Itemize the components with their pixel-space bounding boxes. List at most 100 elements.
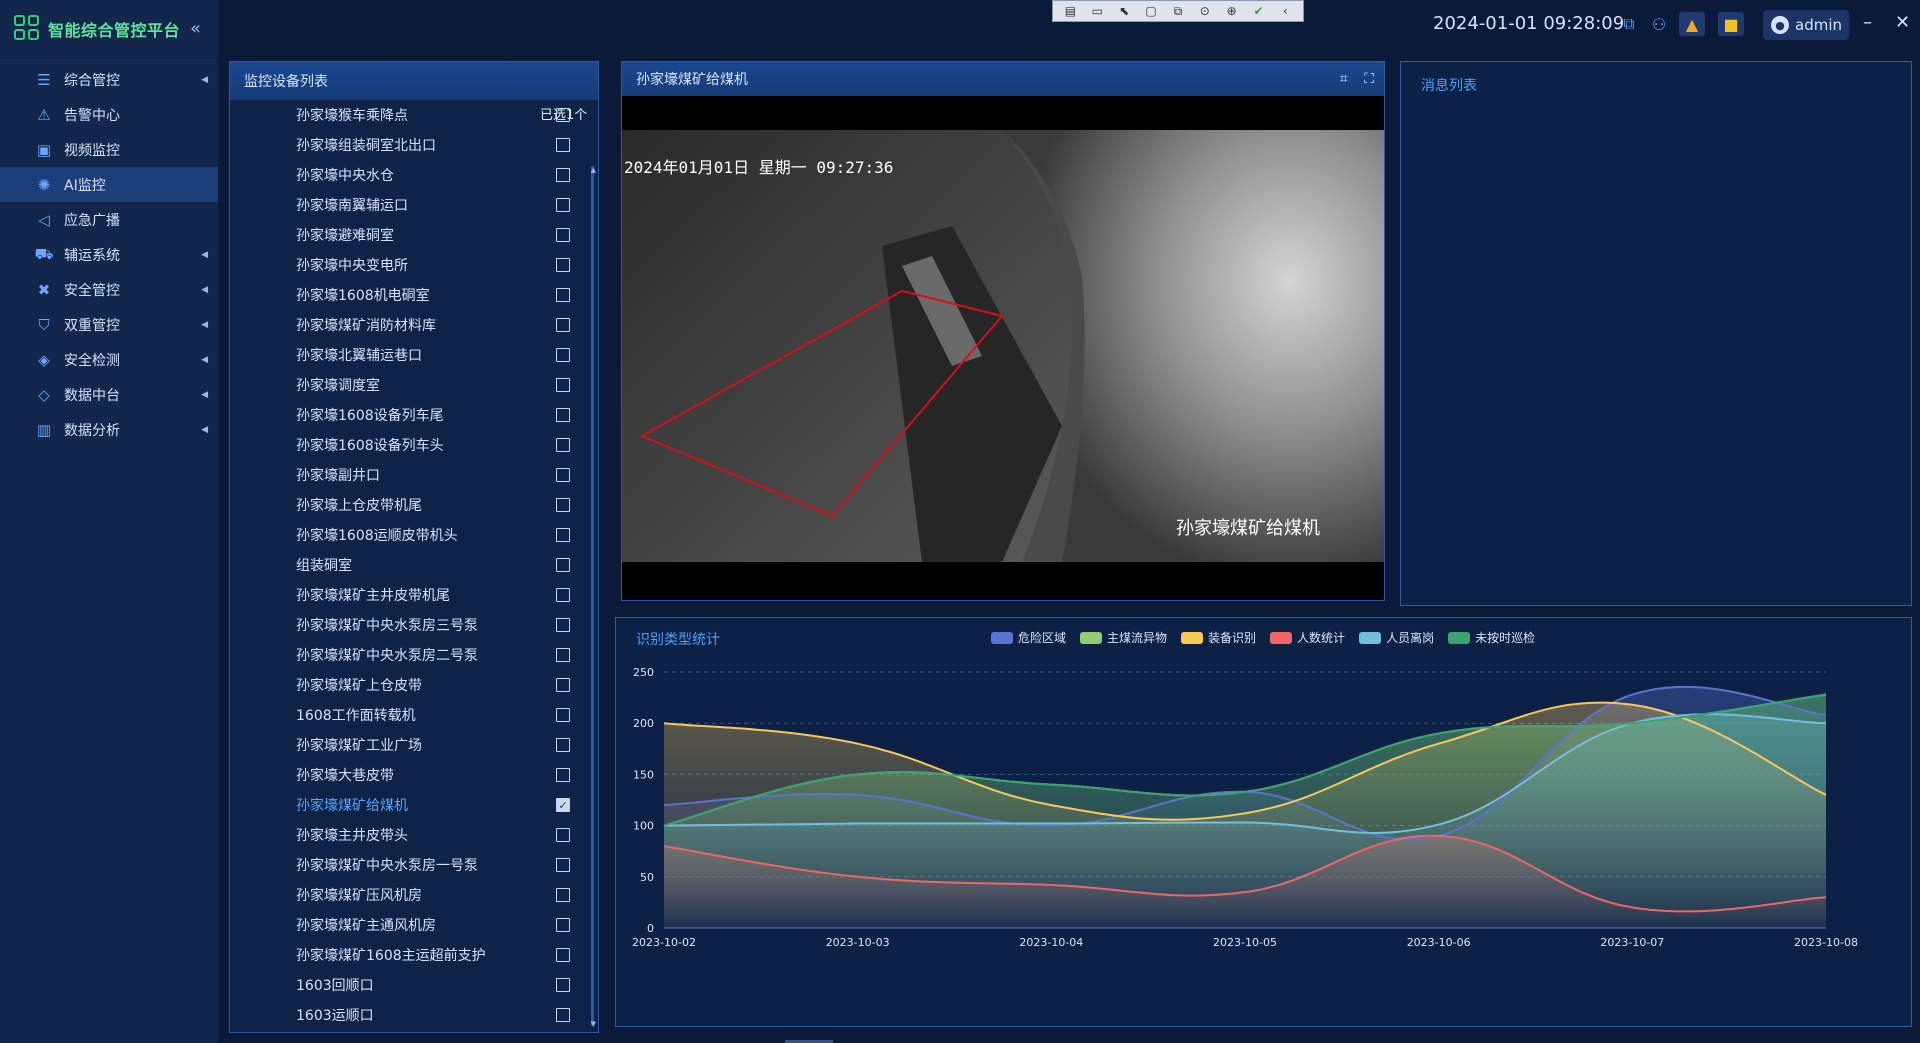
network-icon[interactable]: ⧉: [1616, 12, 1642, 36]
frame-icon[interactable]: ▢: [1141, 4, 1161, 18]
record-icon[interactable]: ▤: [1060, 4, 1080, 18]
device-row[interactable]: 孙家壕副井口: [230, 460, 586, 490]
accessibility-icon[interactable]: ⊕: [1222, 4, 1242, 18]
video-stream[interactable]: 2024年01月01日 星期一 09:27:36 孙家壕煤矿给煤机: [622, 96, 1384, 600]
sidebar-item-6[interactable]: ✖ 安全管控 ◀: [0, 272, 218, 307]
device-row[interactable]: 孙家壕大巷皮带: [230, 760, 586, 790]
device-row[interactable]: 孙家壕1608设备列车头: [230, 430, 586, 460]
scroll-up-icon[interactable]: ▲: [591, 166, 596, 174]
legend-item[interactable]: 装备识别: [1181, 629, 1256, 646]
device-row[interactable]: 孙家壕南翼辅运口: [230, 190, 586, 220]
message-icon[interactable]: ■: [1718, 12, 1744, 36]
device-row[interactable]: 孙家壕煤矿1608主运超前支护: [230, 940, 586, 970]
device-checkbox[interactable]: [556, 438, 570, 452]
device-row[interactable]: 孙家壕1608机电硐室: [230, 280, 586, 310]
scrollbar[interactable]: [591, 166, 594, 1026]
device-row[interactable]: 1608工作面转载机: [230, 700, 586, 730]
device-checkbox[interactable]: [556, 588, 570, 602]
device-row[interactable]: 孙家壕煤矿上仓皮带: [230, 670, 586, 700]
fullscreen-icon[interactable]: ⛶: [1364, 71, 1374, 87]
sidebar-item-3[interactable]: ✺ AI监控: [0, 167, 218, 202]
device-checkbox[interactable]: [556, 348, 570, 362]
sidebar-item-5[interactable]: ⛟ 辅运系统 ◀: [0, 237, 218, 272]
device-row[interactable]: 孙家壕避难硐室: [230, 220, 586, 250]
sidebar-item-7[interactable]: ⛉ 双重管控 ◀: [0, 307, 218, 342]
device-row[interactable]: 1603回顺口: [230, 970, 586, 1000]
device-checkbox[interactable]: [556, 558, 570, 572]
device-row[interactable]: 孙家壕调度室: [230, 370, 586, 400]
cursor-screen-icon[interactable]: ⧉: [1168, 4, 1188, 19]
device-checkbox[interactable]: [556, 528, 570, 542]
device-checkbox[interactable]: [556, 198, 570, 212]
device-row[interactable]: 孙家壕煤矿主通风机房: [230, 910, 586, 940]
device-checkbox[interactable]: [556, 498, 570, 512]
device-row[interactable]: 孙家壕北翼辅运巷口: [230, 340, 586, 370]
device-checkbox[interactable]: [556, 768, 570, 782]
camera-icon[interactable]: ▭: [1087, 4, 1107, 18]
device-checkbox[interactable]: [556, 618, 570, 632]
check-icon[interactable]: ✔: [1249, 4, 1269, 18]
scroll-down-icon[interactable]: ▼: [591, 1020, 596, 1028]
sidebar-item-8[interactable]: ◈ 安全检测 ◀: [0, 342, 218, 377]
device-row[interactable]: 孙家壕煤矿压风机房: [230, 880, 586, 910]
device-row[interactable]: 孙家壕煤矿中央水泵房三号泵: [230, 610, 586, 640]
mask-icon[interactable]: ⊙: [1195, 4, 1215, 18]
close-icon[interactable]: ✕: [1895, 12, 1910, 33]
device-row[interactable]: 孙家壕上仓皮带机尾: [230, 490, 586, 520]
user-menu-button[interactable]: ● admin: [1763, 10, 1849, 40]
device-row[interactable]: 组装硐室: [230, 550, 586, 580]
legend-item[interactable]: 人数统计: [1270, 629, 1345, 646]
device-row[interactable]: 孙家壕煤矿消防材料库: [230, 310, 586, 340]
device-checkbox[interactable]: [556, 138, 570, 152]
device-row[interactable]: 孙家壕中央水仓: [230, 160, 586, 190]
device-row[interactable]: 孙家壕煤矿中央水泵房一号泵: [230, 850, 586, 880]
device-checkbox[interactable]: [556, 918, 570, 932]
device-checkbox[interactable]: [556, 678, 570, 692]
device-checkbox[interactable]: [556, 108, 570, 122]
legend-item[interactable]: 危险区域: [991, 629, 1066, 646]
device-checkbox[interactable]: [556, 978, 570, 992]
legend-item[interactable]: 主煤流异物: [1080, 629, 1167, 646]
device-checkbox[interactable]: [556, 708, 570, 722]
device-checkbox[interactable]: ✓: [556, 798, 570, 812]
device-checkbox[interactable]: [556, 258, 570, 272]
device-row[interactable]: 孙家壕煤矿主井皮带机尾: [230, 580, 586, 610]
cursor-icon[interactable]: ⬉: [1114, 4, 1134, 18]
device-checkbox[interactable]: [556, 378, 570, 392]
sidebar-item-0[interactable]: ☰ 综合管控 ◀: [0, 62, 218, 97]
device-checkbox[interactable]: [556, 828, 570, 842]
device-row[interactable]: 孙家壕猴车乘降点: [230, 100, 586, 130]
device-row[interactable]: 孙家壕煤矿给煤机 ✓: [230, 790, 586, 820]
device-row[interactable]: 孙家壕组装硐室北出口: [230, 130, 586, 160]
chevron-left-icon[interactable]: ‹: [1275, 4, 1295, 18]
sidebar-item-1[interactable]: ⚠ 告警中心: [0, 97, 218, 132]
device-checkbox[interactable]: [556, 468, 570, 482]
crop-icon[interactable]: ⌗: [1340, 71, 1348, 87]
device-row[interactable]: 孙家壕主井皮带头: [230, 820, 586, 850]
tree-icon[interactable]: ⚇: [1646, 12, 1672, 36]
minimize-icon[interactable]: –: [1863, 12, 1872, 33]
device-row[interactable]: 孙家壕煤矿工业广场: [230, 730, 586, 760]
device-row[interactable]: 孙家壕1608设备列车尾: [230, 400, 586, 430]
legend-item[interactable]: 人员离岗: [1359, 629, 1434, 646]
sidebar-item-10[interactable]: ▥ 数据分析 ◀: [0, 412, 218, 447]
device-row[interactable]: 孙家壕中央变电所: [230, 250, 586, 280]
device-checkbox[interactable]: [556, 948, 570, 962]
device-checkbox[interactable]: [556, 648, 570, 662]
device-row[interactable]: 孙家壕煤矿中央水泵房二号泵: [230, 640, 586, 670]
device-checkbox[interactable]: [556, 228, 570, 242]
sidebar-item-2[interactable]: ▣ 视频监控: [0, 132, 218, 167]
device-row[interactable]: 1603运顺口: [230, 1000, 586, 1030]
device-checkbox[interactable]: [556, 1008, 570, 1022]
sidebar-item-9[interactable]: ◇ 数据中台 ◀: [0, 377, 218, 412]
device-checkbox[interactable]: [556, 858, 570, 872]
device-row[interactable]: 孙家壕1608运顺皮带机头: [230, 520, 586, 550]
device-checkbox[interactable]: [556, 888, 570, 902]
device-checkbox[interactable]: [556, 408, 570, 422]
device-checkbox[interactable]: [556, 738, 570, 752]
legend-item[interactable]: 未按时巡检: [1448, 629, 1535, 646]
sidebar-item-4[interactable]: ◁ 应急广播: [0, 202, 218, 237]
device-checkbox[interactable]: [556, 288, 570, 302]
double-chevron-left-icon[interactable]: «: [190, 18, 201, 39]
device-checkbox[interactable]: [556, 168, 570, 182]
